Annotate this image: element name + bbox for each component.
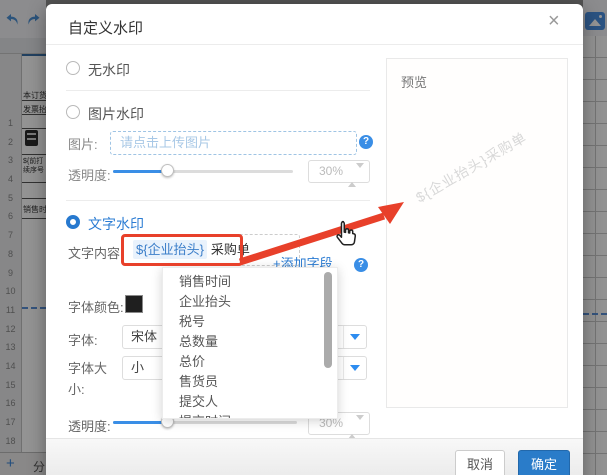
image-opacity-label: 透明度: [68, 165, 111, 184]
text-opacity-slider-fill [113, 421, 168, 424]
dropdown-item[interactable]: 提交人 [163, 392, 337, 412]
dropdown-scrollbar[interactable] [324, 272, 332, 368]
preview-label: 预览 [401, 72, 427, 91]
dropdown-item[interactable]: 售货员 [163, 372, 337, 392]
image-opacity-value-text: 30% [319, 164, 343, 178]
screenshot-root: 1234567891011121314151617181920 本订货 发票抬 … [0, 0, 607, 475]
chevron-down-icon[interactable] [343, 326, 366, 348]
text-opacity-label: 透明度: [68, 416, 111, 435]
cancel-button[interactable]: 取消 [455, 450, 505, 475]
custom-watermark-dialog: 自定义水印 × 无水印 图片水印 图片: 请点击上传图片 ? 透明度: 30% … [46, 4, 583, 475]
radio-no-watermark-label[interactable]: 无水印 [88, 60, 130, 80]
radio-text-watermark[interactable] [66, 215, 80, 229]
close-icon[interactable]: × [548, 11, 560, 31]
dropdown-item[interactable]: 总数量 [163, 332, 337, 352]
upload-image-input[interactable]: 请点击上传图片 [110, 131, 357, 155]
font-color-label: 字体颜色: [68, 297, 124, 316]
image-opacity-slider-handle[interactable] [161, 164, 174, 177]
chevron-down-icon[interactable] [343, 357, 366, 379]
dialog-title: 自定义水印 [68, 17, 143, 38]
content-suffix: 采购单 [211, 242, 250, 257]
help-icon[interactable]: ? [359, 135, 373, 149]
watermark-preview-text: ${企业抬头}采购单 [412, 115, 552, 207]
radio-image-watermark-label[interactable]: 图片水印 [88, 104, 144, 124]
radio-text-watermark-label[interactable]: 文字水印 [88, 214, 144, 234]
spinner-arrows-icon[interactable] [348, 165, 364, 186]
radio-image-watermark[interactable] [66, 105, 80, 119]
field-dropdown: 销售时间企业抬头税号总数量总价售货员提交人提交时间 [162, 267, 338, 419]
confirm-button[interactable]: 确定 [518, 450, 570, 475]
font-size-select-value: 小 [131, 360, 144, 375]
dropdown-item[interactable]: 提交时间 [163, 412, 337, 419]
dropdown-item[interactable]: 销售时间 [163, 272, 337, 292]
radio-no-watermark[interactable] [66, 61, 80, 75]
spinner-arrows-icon[interactable] [348, 417, 364, 438]
dropdown-item[interactable]: 企业抬头 [163, 292, 337, 312]
font-select-value: 宋体 [131, 329, 157, 344]
font-color-swatch[interactable] [125, 295, 143, 313]
help-icon[interactable]: ? [354, 258, 368, 272]
field-chip: ${企业抬头} [133, 240, 207, 259]
dropdown-item[interactable]: 税号 [163, 312, 337, 332]
text-content-label: 文字内容: [68, 243, 124, 262]
image-opacity-value[interactable]: 30% [308, 160, 370, 183]
font-label: 字体: [68, 330, 98, 349]
image-label: 图片: [68, 134, 98, 153]
image-opacity-slider-fill [113, 170, 168, 173]
preview-panel: 预览 ${企业抬头}采购单 [386, 58, 568, 408]
dropdown-item[interactable]: 总价 [163, 352, 337, 372]
font-size-label: 字体大小: [68, 358, 118, 400]
